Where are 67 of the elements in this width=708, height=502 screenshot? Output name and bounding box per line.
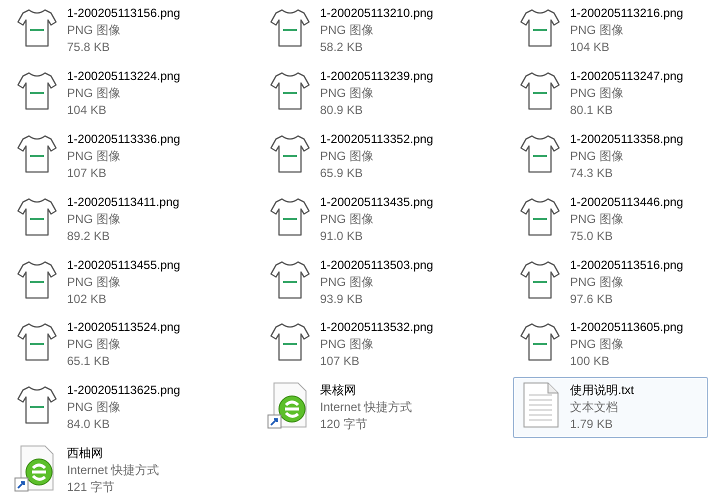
file-size: 75.8 KB [67,39,111,56]
file-name: 1-200205113411.png [67,194,180,211]
file-type: PNG 图像 [67,399,122,416]
file-size: 104 KB [570,39,610,56]
file-name: 1-200205113625.png [67,382,180,400]
file-name: 1-200205113446.png [570,194,684,211]
selected-file-tile[interactable]: 使用说明.txt 文本文档 1.79 KB [513,377,708,438]
file-type: PNG 图像 [570,336,624,354]
file-size: 107 KB [320,353,360,370]
file-type: PNG 图像 [67,84,122,102]
file-name: 1-200205113336.png [67,130,180,148]
file-size: 121 字节 [67,479,116,496]
file-type: PNG 图像 [570,84,624,102]
file-name: 1-200205113524.png [67,319,180,336]
file-size: 65.9 KB [320,164,364,182]
file-type: PNG 图像 [320,274,374,290]
file-type: PNG 图像 [320,22,374,39]
file-size: 93.9 KB [320,290,364,308]
file-size: 58.2 KB [320,39,364,56]
file-type: PNG 图像 [570,210,624,228]
file-size: 74.3 KB [570,164,614,182]
file-name: 1-200205113352.png [320,130,434,148]
file-size: 120 字节 [320,416,368,434]
file-type: PNG 图像 [67,210,122,228]
file-name: 1-200205113532.png [320,319,434,336]
file-type: Internet 快捷方式 [67,462,160,480]
file-name: 1-200205113210.png [320,5,434,22]
file-size: 89.2 KB [67,228,111,245]
file-name: 1-200205113239.png [320,68,434,85]
file-type: PNG 图像 [570,22,624,39]
file-name: 1-200205113435.png [320,194,434,211]
file-name: 西柚网 [67,445,104,462]
file-size: 107 KB [67,164,108,182]
file-size: 1.79 KB [570,416,614,434]
file-size: 75.0 KB [570,228,614,245]
file-size: 91.0 KB [320,228,364,245]
file-type: PNG 图像 [67,148,122,165]
file-type: PNG 图像 [320,148,374,165]
file-size: 102 KB [67,290,108,308]
file-type: PNG 图像 [570,148,624,165]
file-size: 65.1 KB [67,353,111,370]
file-size: 80.1 KB [570,102,614,119]
file-type: PNG 图像 [320,336,374,354]
file-name: 1-200205113455.png [67,256,180,274]
file-type: PNG 图像 [67,336,122,354]
file-size: 104 KB [67,102,108,119]
file-name: 1-200205113516.png [570,256,684,274]
file-type: PNG 图像 [570,274,624,290]
file-size: 84.0 KB [67,416,111,434]
file-name: 1-200205113224.png [67,68,180,85]
file-name: 1-200205113156.png [67,5,180,22]
file-name: 果核网 [320,382,357,400]
file-size: 80.9 KB [320,102,364,119]
file-name: 1-200205113503.png [320,256,434,274]
file-name: 1-200205113247.png [570,68,684,85]
file-type: 文本文档 [570,399,619,416]
file-size: 97.6 KB [570,290,614,308]
file-type: Internet 快捷方式 [320,399,412,416]
file-name: 1-200205113358.png [570,130,684,148]
file-name: 1-200205113216.png [570,5,684,22]
file-type: PNG 图像 [320,84,374,102]
file-type: PNG 图像 [67,274,122,290]
file-name: 1-200205113605.png [570,319,684,336]
file-type: PNG 图像 [67,22,122,39]
file-size: 100 KB [570,353,610,370]
file-type: PNG 图像 [320,210,374,228]
file-name: 使用说明.txt [570,382,634,400]
